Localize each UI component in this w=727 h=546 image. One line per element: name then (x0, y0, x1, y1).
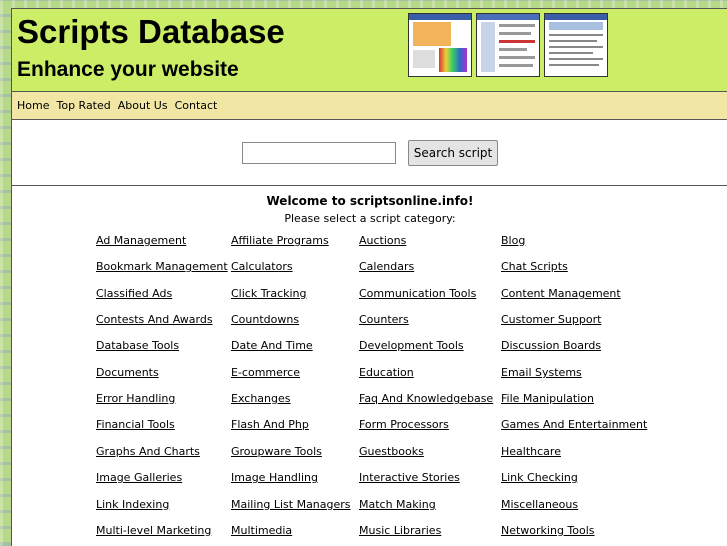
category-link[interactable]: Multi-level Marketing (96, 524, 211, 537)
category-link[interactable]: Customer Support (501, 313, 601, 326)
category-link[interactable]: Counters (359, 313, 409, 326)
site-tagline: Enhance your website (17, 58, 239, 81)
category-link[interactable]: Countdowns (231, 313, 299, 326)
category-link[interactable]: Auctions (359, 234, 406, 247)
category-link[interactable]: Image Galleries (96, 471, 182, 484)
category-link[interactable]: Development Tools (359, 339, 464, 352)
category-link[interactable]: Click Tracking (231, 287, 307, 300)
category-link[interactable]: Contests And Awards (96, 313, 213, 326)
category-link[interactable]: Database Tools (96, 339, 179, 352)
category-link[interactable]: Mailing List Managers (231, 498, 351, 511)
category-link[interactable]: Blog (501, 234, 525, 247)
category-link[interactable]: Calculators (231, 260, 293, 273)
category-link[interactable]: Discussion Boards (501, 339, 601, 352)
category-link[interactable]: Image Handling (231, 471, 318, 484)
category-link[interactable]: Education (359, 366, 414, 379)
category-link[interactable]: Classified Ads (96, 287, 172, 300)
site-title: Scripts Database (17, 13, 285, 50)
welcome-heading: Welcome to scriptsonline.info! (266, 194, 474, 208)
screenshot-thumbnail[interactable] (476, 13, 540, 77)
category-link[interactable]: Error Handling (96, 392, 175, 405)
category-link[interactable]: Chat Scripts (501, 260, 568, 273)
category-link[interactable]: Miscellaneous (501, 498, 578, 511)
page-frame: Scripts Database Enhance your website Ho… (11, 8, 727, 546)
category-link[interactable]: Match Making (359, 498, 436, 511)
category-link[interactable]: E-commerce (231, 366, 300, 379)
category-link[interactable]: Exchanges (231, 392, 290, 405)
category-link[interactable]: Flash And Php (231, 418, 309, 431)
category-link[interactable]: Documents (96, 366, 159, 379)
search-input[interactable] (241, 141, 396, 164)
category-link[interactable]: Healthcare (501, 445, 561, 458)
category-link[interactable]: Graphs And Charts (96, 445, 200, 458)
category-link[interactable]: Faq And Knowledgebase (359, 392, 493, 405)
nav-about-us[interactable]: About Us (118, 99, 168, 112)
category-link[interactable]: Affiliate Programs (231, 234, 329, 247)
search-bar: Search script (12, 120, 727, 186)
category-link[interactable]: Calendars (359, 260, 414, 273)
nav-home[interactable]: Home (17, 99, 49, 112)
top-nav: Home Top Rated About Us Contact (12, 92, 727, 120)
category-link[interactable]: Ad Management (96, 234, 186, 247)
category-prompt: Please select a script category: (284, 212, 456, 225)
category-link[interactable]: Bookmark Management (96, 260, 228, 273)
category-link[interactable]: Financial Tools (96, 418, 175, 431)
category-link[interactable]: Date And Time (231, 339, 313, 352)
category-link[interactable]: File Manipulation (501, 392, 594, 405)
category-link[interactable]: Groupware Tools (231, 445, 322, 458)
category-link[interactable]: Link Indexing (96, 498, 169, 511)
category-link[interactable]: Networking Tools (501, 524, 595, 537)
nav-top-rated[interactable]: Top Rated (56, 99, 110, 112)
nav-contact[interactable]: Contact (175, 99, 218, 112)
search-button[interactable]: Search script (407, 139, 499, 166)
category-link[interactable]: Music Libraries (359, 524, 441, 537)
category-link[interactable]: Games And Entertainment (501, 418, 647, 431)
category-link[interactable]: Multimedia (231, 524, 292, 537)
category-link[interactable]: Communication Tools (359, 287, 476, 300)
category-link[interactable]: Form Processors (359, 418, 449, 431)
screenshot-thumbnail[interactable] (408, 13, 472, 77)
category-link[interactable]: Link Checking (501, 471, 578, 484)
category-link[interactable]: Content Management (501, 287, 621, 300)
category-link[interactable]: Interactive Stories (359, 471, 460, 484)
site-header: Scripts Database Enhance your website (12, 9, 727, 92)
category-link[interactable]: Email Systems (501, 366, 582, 379)
screenshot-thumbnail[interactable] (544, 13, 608, 77)
category-link[interactable]: Guestbooks (359, 445, 424, 458)
